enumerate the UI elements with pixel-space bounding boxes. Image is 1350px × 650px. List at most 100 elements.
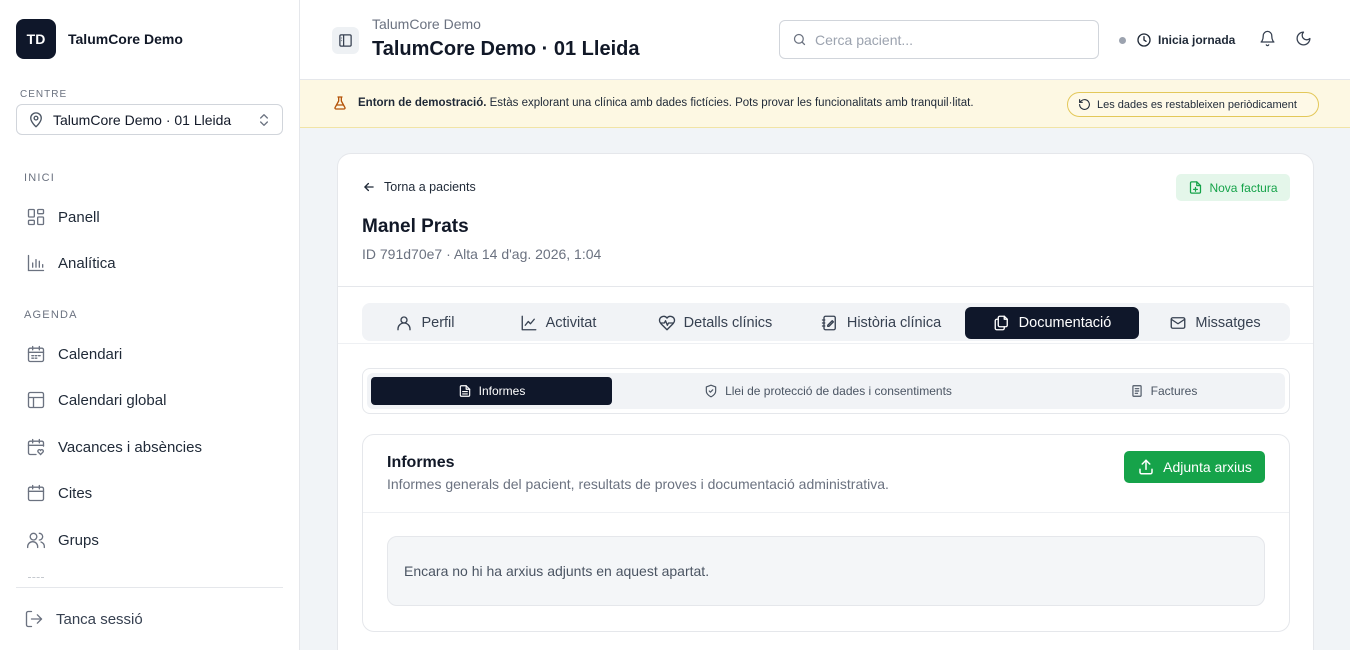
sidebar-item-calendari-global[interactable]: Calendari global	[26, 388, 166, 412]
upload-icon	[1137, 458, 1155, 476]
sidebar-item-label: Vacances i absències	[58, 438, 202, 456]
sidebar-toggle-button[interactable]	[332, 27, 359, 54]
back-label: Torna a pacients	[384, 180, 476, 194]
map-pin-icon	[27, 111, 45, 129]
file-plus-icon	[1188, 180, 1203, 195]
arrow-left-icon	[362, 180, 376, 194]
sidebar-divider	[16, 587, 283, 588]
reset-info-badge: Les dades es restableixen periòdicament	[1067, 92, 1319, 117]
status-dot	[1119, 36, 1126, 44]
divider	[338, 343, 1313, 344]
notifications-button[interactable]	[1259, 30, 1277, 48]
reset-info-label: Les dades es restableixen periòdicament	[1097, 98, 1297, 111]
grid-icon	[26, 207, 46, 227]
sidebar-item-calendari[interactable]: Calendari	[26, 342, 122, 366]
tab-detalls-clinics[interactable]: Detalls clínics	[632, 307, 798, 339]
mail-icon	[1169, 314, 1187, 332]
users-icon	[26, 530, 46, 550]
search-icon	[792, 32, 807, 47]
centre-select-value: TalumCore Demo · 01 Lleida	[53, 111, 232, 128]
tab-perfil[interactable]: Perfil	[366, 307, 484, 339]
section-label-agenda: AGENDA	[24, 309, 78, 321]
user-icon	[395, 314, 413, 332]
patient-meta: ID 791d70e7 · Alta 14 d'ag. 2026, 1:04	[362, 246, 602, 262]
banner-message: Estàs explorant una clínica amb dades fi…	[486, 97, 974, 109]
empty-state-message: Encara no hi ha arxius adjunts en aquest…	[404, 563, 710, 579]
patient-card: Torna a pacients Nova factura Manel Prat…	[337, 153, 1314, 650]
subtab-label: Llei de protecció de dades i consentimen…	[725, 384, 952, 398]
receipt-icon	[1130, 384, 1144, 398]
logout-icon	[24, 609, 44, 629]
tab-label: Història clínica	[846, 315, 942, 331]
subtab-informes[interactable]: Informes	[371, 377, 612, 405]
files-icon	[993, 314, 1011, 332]
start-shift-button[interactable]: Inicia jornada	[1119, 30, 1235, 50]
new-invoice-label: Nova factura	[1209, 180, 1278, 195]
theme-toggle-button[interactable]	[1295, 30, 1313, 48]
logout-button[interactable]: Tanca sessió	[24, 607, 143, 631]
sidebar-item-panell[interactable]: Panell	[26, 205, 100, 229]
tab-missatges[interactable]: Missatges	[1144, 307, 1286, 339]
brand[interactable]: TD TalumCore Demo	[16, 19, 183, 59]
heart-pulse-icon	[658, 314, 676, 332]
banner-title: Entorn de demostració.	[358, 97, 487, 109]
flask-icon	[332, 95, 348, 111]
rotate-ccw-icon	[1078, 98, 1091, 111]
brand-name: TalumCore Demo	[68, 31, 183, 47]
section-label-inici: INICI	[24, 172, 56, 184]
header-subtitle: TalumCore Demo	[372, 16, 481, 32]
attach-files-button[interactable]: Adjunta arxius	[1124, 451, 1265, 483]
chevrons-up-down-icon	[256, 112, 272, 128]
calendar-blank-icon	[26, 483, 46, 503]
logout-label: Tanca sessió	[56, 610, 143, 628]
activity-icon	[520, 314, 538, 332]
empty-state: Encara no hi ha arxius adjunts en aquest…	[387, 536, 1265, 606]
calendar-icon	[26, 344, 46, 364]
tab-historia-clinica[interactable]: Història clínica	[802, 307, 960, 339]
sidebar-item-label: Calendari	[58, 345, 123, 363]
subtabs-track: Informes Llei de protecció de dades i co…	[367, 373, 1285, 409]
panel-title: Informes	[387, 454, 455, 471]
subtab-factures[interactable]: Factures	[1044, 377, 1283, 405]
bar-chart-icon	[26, 253, 46, 273]
calendar-heart-icon	[26, 437, 46, 457]
tab-activitat[interactable]: Activitat	[488, 307, 628, 339]
scroll-fade	[28, 577, 44, 578]
subtab-label: Informes	[478, 384, 526, 398]
sidebar-item-label: Analítica	[58, 254, 116, 272]
search-input[interactable]	[815, 31, 1075, 48]
divider	[363, 512, 1289, 513]
banner-text: Entorn de demostració. Estàs explorant u…	[358, 97, 974, 109]
sidebar-item-cites[interactable]: Cites	[26, 481, 92, 505]
centre-select[interactable]: TalumCore Demo · 01 Lleida	[16, 104, 283, 135]
reports-panel: Informes Informes generals del pacient, …	[362, 434, 1290, 632]
sidebar-item-label: Cites	[58, 484, 93, 502]
subtab-proteccio-dades[interactable]: Llei de protecció de dades i consentimen…	[616, 377, 1040, 405]
clock-icon	[1136, 32, 1152, 48]
tab-label: Documentació	[1018, 315, 1112, 331]
sidebar-item-analitica[interactable]: Analítica	[26, 251, 116, 275]
panel-description: Informes generals del pacient, resultats…	[387, 476, 889, 492]
search-box[interactable]	[779, 20, 1099, 59]
attach-files-label: Adjunta arxius	[1163, 459, 1252, 475]
sidebar-item-vacances[interactable]: Vacances i absències	[26, 435, 202, 459]
demo-banner: Entorn de demostració. Estàs explorant u…	[300, 80, 1350, 128]
tab-label: Missatges	[1195, 315, 1261, 331]
tab-documentacio[interactable]: Documentació	[965, 307, 1139, 339]
sidebar-item-label: Calendari global	[58, 391, 167, 409]
tab-label: Detalls clínics	[683, 315, 773, 331]
brand-logo: TD	[16, 19, 56, 59]
start-shift-label: Inicia jornada	[1158, 33, 1236, 47]
moon-icon	[1295, 30, 1313, 47]
new-invoice-button[interactable]: Nova factura	[1176, 174, 1290, 201]
bell-icon	[1259, 30, 1277, 47]
top-header: TalumCore Demo TalumCore Demo · 01 Lleid…	[300, 0, 1350, 80]
sidebar-item-label: Panell	[58, 208, 100, 226]
patient-tabs: Perfil Activitat Detalls clínics Històri…	[362, 303, 1290, 341]
sidebar-item-grups[interactable]: Grups	[26, 528, 99, 552]
notebook-icon	[821, 314, 839, 332]
page-title: TalumCore Demo · 01 Lleida	[372, 38, 640, 60]
divider	[338, 286, 1313, 287]
back-to-patients-link[interactable]: Torna a pacients	[362, 180, 476, 194]
centre-label: CENTRE	[20, 89, 68, 100]
